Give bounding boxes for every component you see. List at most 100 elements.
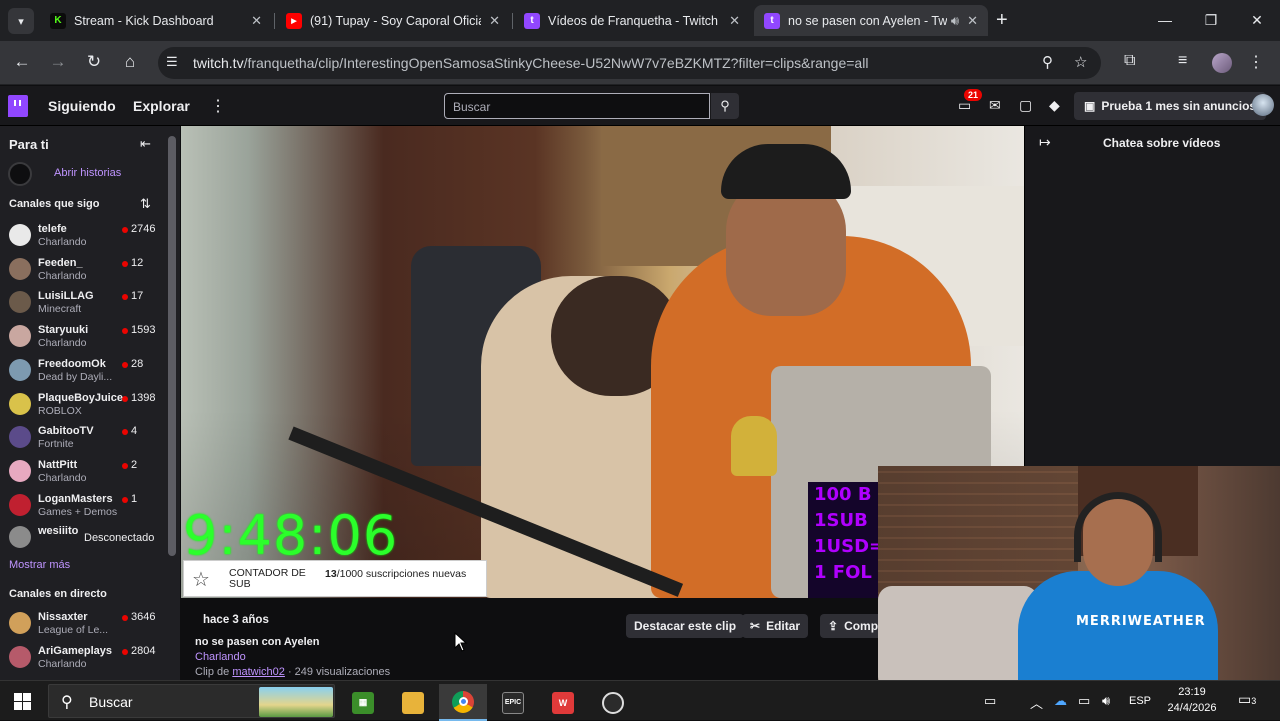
omnibox[interactable]: ☰ twitch.tv/franquetha/clip/InterestingO… — [158, 47, 1101, 79]
followed-channel-item[interactable]: Staryuuki Charlando 1593 — [0, 320, 170, 354]
sub-counter-overlay: ☆ CONTADOR DE SUB 13/1000 suscripciones … — [183, 560, 487, 597]
tray-expand-icon[interactable]: ︿ — [1030, 693, 1043, 712]
home-button[interactable]: ⌂ — [118, 52, 142, 72]
close-window-button[interactable]: ✕ — [1234, 6, 1280, 34]
notification-count: 3 — [1251, 696, 1257, 706]
taskbar-chrome[interactable] — [439, 684, 487, 721]
channel-category: Games + Demos — [38, 505, 118, 518]
live-indicator-icon — [122, 462, 128, 469]
followed-channel-item[interactable]: LuisiLLAG Minecraft 17 — [0, 286, 170, 320]
epic-games-icon: EPIC — [502, 691, 524, 714]
twitch-logo-icon[interactable] — [8, 95, 28, 117]
extensions-icon[interactable]: ⧉ — [1124, 52, 1135, 70]
search-input[interactable]: Buscar — [444, 93, 710, 119]
notification-center-icon[interactable]: ▭3 — [1238, 691, 1256, 708]
bookmark-star-icon[interactable]: ☆ — [1074, 53, 1087, 71]
webcam-scene-sofa — [878, 586, 1038, 691]
windows-start-icon[interactable] — [14, 693, 31, 710]
live-indicator-icon — [122, 227, 128, 233]
network-icon[interactable]: ▭ — [1078, 693, 1090, 709]
site-info-icon[interactable]: ☰ — [166, 54, 178, 70]
show-more-link[interactable]: Mostrar más — [9, 559, 70, 571]
media-control-icon[interactable]: ≡ — [1178, 52, 1187, 70]
search-highlight-image — [259, 687, 333, 717]
followed-channel-offline[interactable]: wesiiito Desconectado — [0, 521, 170, 555]
taskbar-clock[interactable]: 23:19 24/4/2026 — [1162, 684, 1222, 716]
channel-category: Charlando — [38, 337, 87, 350]
viewer-count: 1 — [131, 492, 138, 505]
clip-title: no se pasen con Ayelen — [195, 636, 320, 648]
channel-avatar — [9, 426, 31, 449]
taskbar-search-box[interactable]: ⚲ Buscar — [48, 684, 335, 718]
whispers-icon[interactable]: ✉ — [989, 97, 1001, 114]
clip-category-link[interactable]: Charlando — [195, 651, 246, 663]
onedrive-icon[interactable]: ☁ — [1054, 693, 1067, 709]
live-indicator-icon — [122, 294, 128, 301]
tab-youtube[interactable]: ▶ (91) Tupay - Soy Caporal Oficial ✕ — [276, 5, 510, 36]
followed-channel-item[interactable]: LoganMasters Games + Demos 1 — [0, 489, 170, 523]
stories-avatar[interactable] — [8, 162, 32, 186]
tab-kick-dashboard[interactable]: K Stream - Kick Dashboard ✕ — [40, 5, 272, 36]
tab-twitch-videos[interactable]: t Vídeos de Franquetha - Twitch ✕ — [514, 5, 750, 36]
close-icon[interactable]: ✕ — [489, 13, 500, 29]
chat-bubble-icon[interactable]: ▢ — [1019, 97, 1032, 114]
webcam-scene-person — [1018, 571, 1218, 691]
edit-clip-button[interactable]: ✂ Editar — [742, 614, 809, 638]
chrome-menu-icon[interactable]: ⋮ — [1248, 52, 1264, 72]
clip-credits: Clip de matwich02 · 249 visualizaciones — [195, 666, 391, 678]
expand-chat-icon[interactable]: ↦ — [1039, 134, 1051, 151]
minimize-button[interactable]: — — [1142, 6, 1188, 34]
volume-icon[interactable]: 🔊︎ — [1102, 693, 1110, 709]
live-channel-item[interactable]: Nissaxter League of Le... 3646 — [0, 607, 170, 641]
followed-channel-item[interactable]: NattPitt Charlando 2 — [0, 455, 170, 489]
followed-channel-item[interactable]: telefe Charlando 2746 — [0, 219, 170, 253]
viewer-count: 1398 — [131, 391, 156, 404]
zoom-icon[interactable]: ⚲ — [1042, 53, 1053, 71]
nav-browse[interactable]: Explorar — [133, 98, 190, 114]
reload-button[interactable]: ↻ — [82, 52, 106, 72]
new-tab-button[interactable]: + — [996, 9, 1008, 32]
collapse-sidebar-icon[interactable]: ⇤ — [140, 136, 151, 152]
restore-button[interactable]: ❐ — [1188, 6, 1234, 34]
star-icon: ☆ — [192, 569, 210, 591]
url-text[interactable]: twitch.tv/franquetha/clip/InterestingOpe… — [193, 55, 868, 71]
open-stories-link[interactable]: Abrir historias — [54, 167, 121, 179]
taskbar-file-explorer[interactable] — [389, 684, 437, 721]
close-icon[interactable]: ✕ — [251, 13, 262, 29]
tab-twitch-clip[interactable]: t no se pasen con Ayelen - Twitch 🔊︎ ✕ — [754, 5, 988, 36]
followed-channel-item[interactable]: PlaqueBoyJuice ROBLOX 1398 — [0, 388, 170, 422]
language-indicator[interactable]: ESP — [1129, 695, 1151, 707]
close-icon[interactable]: ✕ — [729, 13, 740, 29]
sidebar-scrollbar[interactable] — [168, 136, 176, 556]
widget-icon[interactable]: ▭ — [984, 693, 996, 709]
clock-time: 23:19 — [1178, 686, 1206, 698]
close-icon[interactable]: ✕ — [967, 13, 978, 29]
back-button[interactable]: ← — [10, 52, 34, 72]
taskbar-epic-games[interactable]: EPIC — [489, 684, 537, 721]
taskbar-obs[interactable] — [589, 684, 637, 721]
followed-channel-item[interactable]: Feeden_ Charlando 12 — [0, 253, 170, 287]
clip-info: hace 3 años no se pasen con Ayelen Charl… — [181, 598, 893, 680]
live-indicator-icon — [122, 648, 128, 655]
user-avatar[interactable] — [1252, 94, 1274, 116]
nav-following[interactable]: Siguiendo — [48, 98, 116, 114]
webcam-overlay: MERRIWEATHER — [878, 466, 1280, 691]
taskbar-minecraft[interactable]: ▦ — [339, 684, 387, 721]
search-button[interactable]: ⚲ — [711, 93, 739, 119]
try-ad-free-button[interactable]: ▣ Prueba 1 mes sin anuncios — [1074, 92, 1267, 120]
more-menu-icon[interactable]: ⋮ — [210, 96, 226, 116]
sort-icon[interactable]: ⇅ — [140, 196, 151, 212]
audio-icon[interactable]: 🔊︎ — [951, 13, 959, 29]
followed-channel-item[interactable]: GabitooTV Fortnite 4 — [0, 421, 170, 455]
profile-avatar[interactable] — [1212, 53, 1232, 73]
feature-clip-button[interactable]: Destacar este clip — [626, 614, 745, 638]
clip-author-link[interactable]: matwich02 — [232, 666, 285, 678]
followed-channel-item[interactable]: FreedoomOk Dead by Dayli... 28 — [0, 354, 170, 388]
live-channel-item[interactable]: AriGameplays Charlando 2804 — [0, 641, 170, 675]
folder-icon — [402, 691, 424, 714]
forward-button[interactable]: → — [46, 52, 70, 72]
viewer-count: 17 — [131, 290, 144, 303]
crown-icon[interactable]: ◆ — [1049, 97, 1060, 114]
taskbar-wps[interactable]: W — [539, 684, 587, 721]
tab-search-button[interactable]: ▾ — [8, 8, 34, 34]
